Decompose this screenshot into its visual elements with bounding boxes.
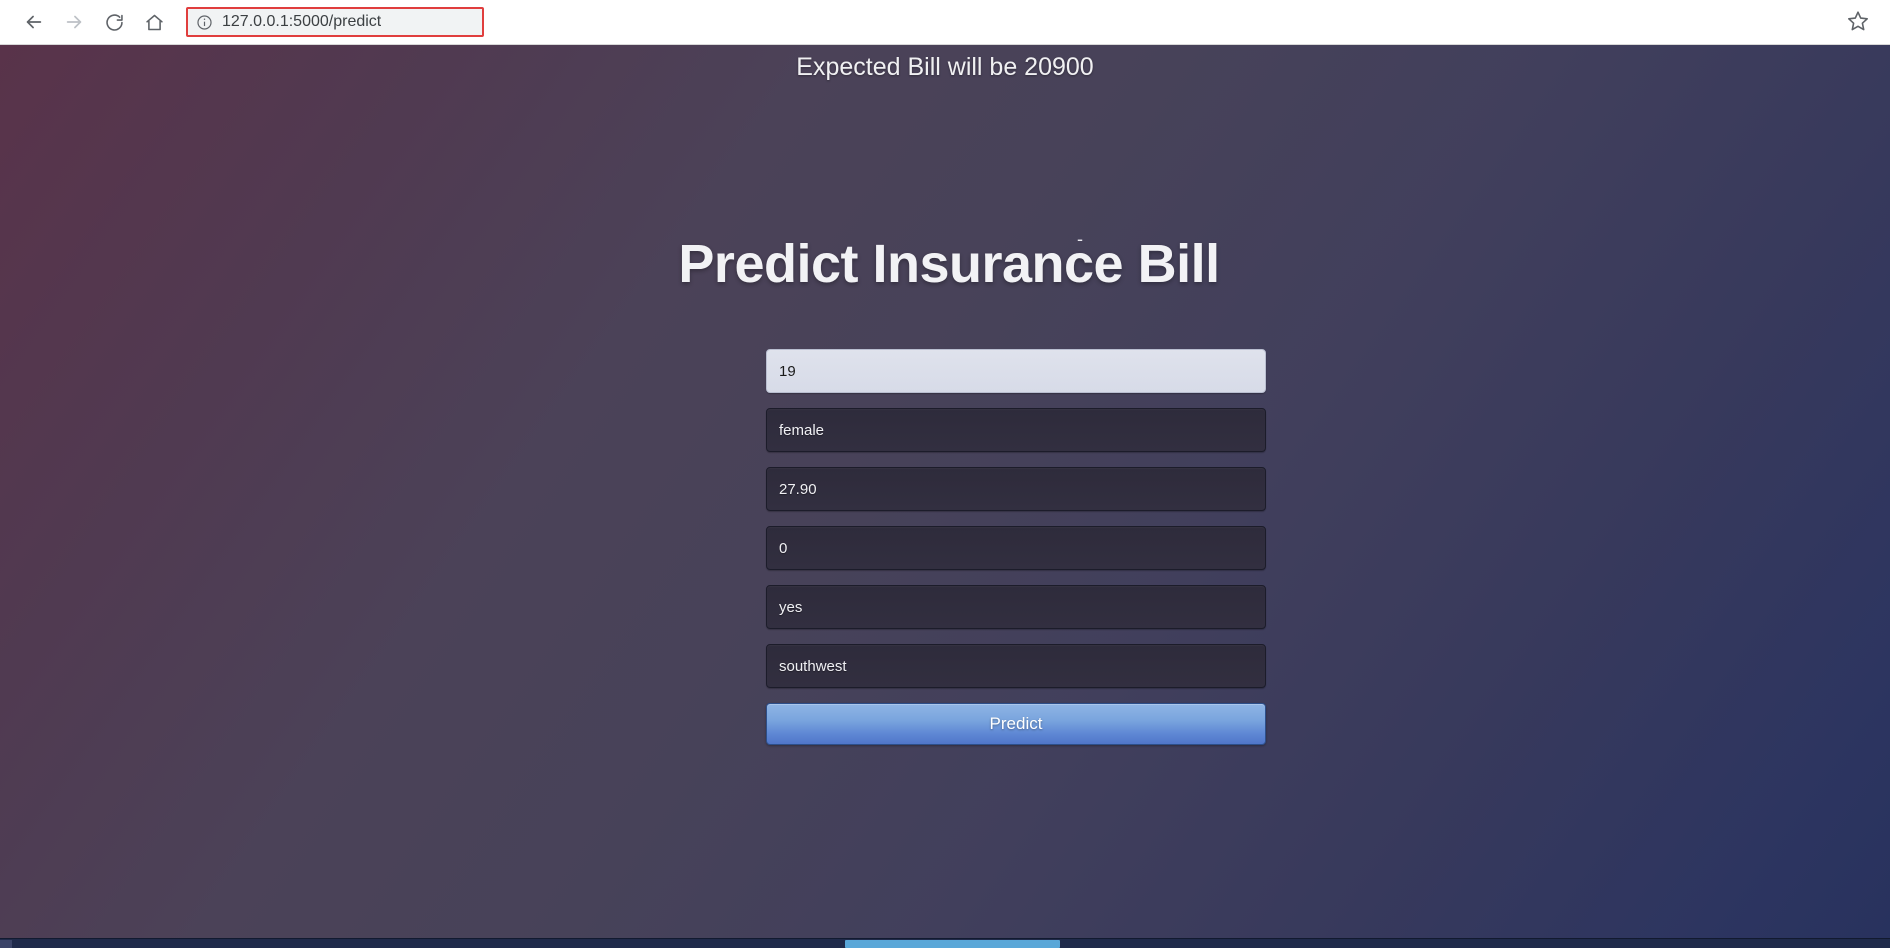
region-input[interactable]: southwest (766, 644, 1266, 688)
age-input[interactable]: 19 (766, 349, 1266, 393)
field-stack: 19 female 27.90 0 yes southwest Predict (766, 349, 1266, 745)
age-input-value: 19 (779, 362, 796, 380)
reload-button[interactable] (94, 2, 134, 42)
region-input-value: southwest (779, 657, 847, 675)
smoker-input-value: yes (779, 598, 803, 616)
scrollbar-track-start (0, 940, 12, 948)
home-button[interactable] (134, 2, 174, 42)
horizontal-scrollbar[interactable] (0, 938, 1890, 948)
bmi-input-value: 27.90 (779, 480, 817, 498)
children-input[interactable]: 0 (766, 526, 1266, 570)
predict-form: Predict Insurance Bill 19 female 27.90 0… (0, 233, 1890, 745)
address-bar[interactable]: 127.0.0.1:5000/predict (186, 7, 484, 37)
back-button[interactable] (14, 2, 54, 42)
children-input-value: 0 (779, 539, 788, 557)
sex-input[interactable]: female (766, 408, 1266, 452)
site-info-icon[interactable] (196, 14, 213, 31)
predict-button[interactable]: Predict (766, 703, 1266, 745)
scrollbar-thumb[interactable] (845, 940, 1060, 948)
url-text: 127.0.0.1:5000/predict (222, 13, 382, 30)
bookmark-star-icon[interactable] (1846, 9, 1872, 35)
page-viewport: Expected Bill will be 20900 - Predict In… (0, 45, 1890, 948)
bmi-input[interactable]: 27.90 (766, 467, 1266, 511)
flash-message: Expected Bill will be 20900 (796, 53, 1094, 81)
smoker-input[interactable]: yes (766, 585, 1266, 629)
forward-button[interactable] (54, 2, 94, 42)
sex-input-value: female (779, 421, 825, 439)
browser-toolbar: 127.0.0.1:5000/predict (0, 0, 1890, 45)
page-title: Predict Insurance Bill (678, 234, 1220, 294)
